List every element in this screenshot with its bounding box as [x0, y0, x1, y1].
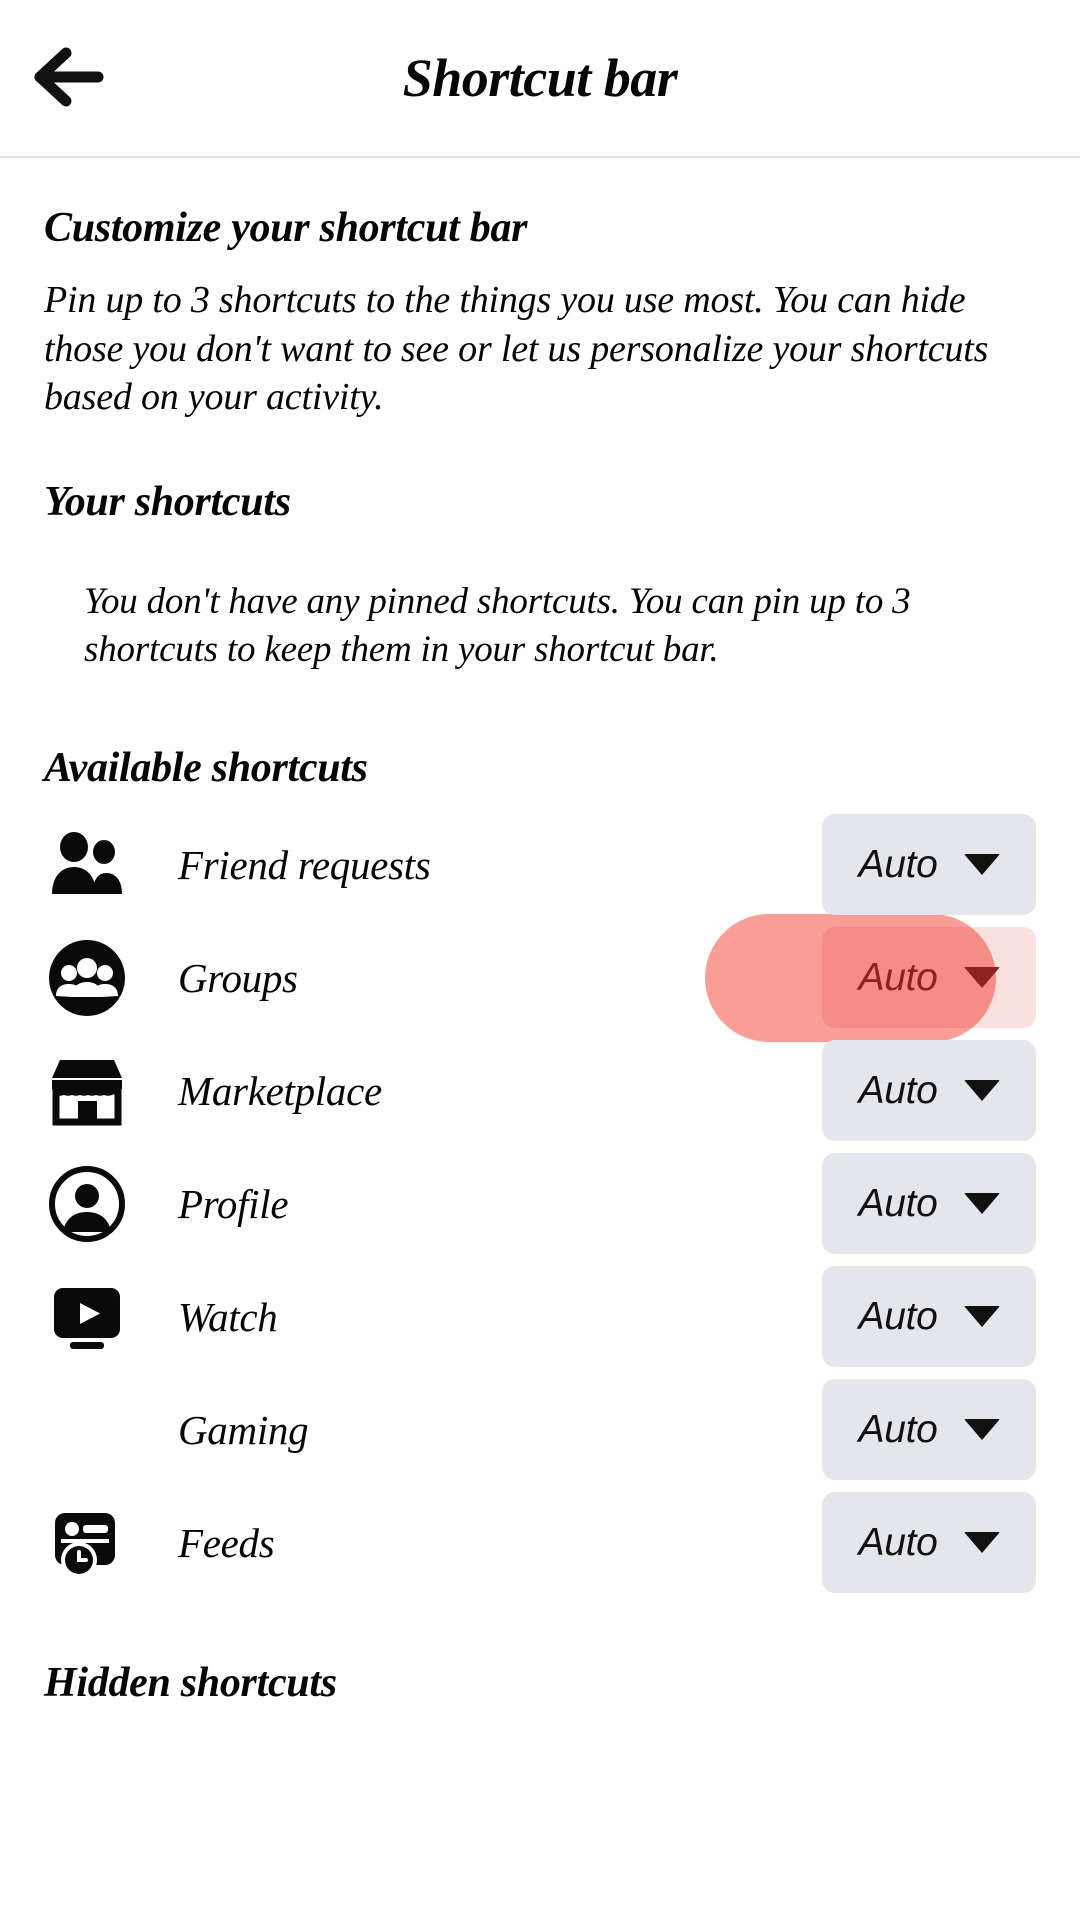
- shortcut-row-profile[interactable]: Profile Auto: [44, 1147, 1036, 1260]
- visibility-dropdown[interactable]: Auto: [822, 814, 1036, 916]
- shortcut-row-marketplace[interactable]: Marketplace Auto: [44, 1034, 1036, 1147]
- hidden-shortcuts-heading: Hidden shortcuts: [44, 1660, 337, 1707]
- dropdown-value: Auto: [858, 1407, 938, 1451]
- visibility-dropdown[interactable]: Auto: [822, 927, 1036, 1029]
- chevron-down-icon: [963, 1080, 1000, 1102]
- chevron-down-icon: [963, 1532, 1000, 1554]
- chevron-down-icon: [963, 1193, 1000, 1215]
- visibility-dropdown[interactable]: Auto: [822, 1153, 1036, 1255]
- dropdown-value: Auto: [858, 1068, 938, 1112]
- shortcut-label: Watch: [178, 1293, 278, 1340]
- dropdown-value: Auto: [858, 1181, 938, 1225]
- arrow-left-icon: [32, 46, 106, 111]
- shortcut-row-feeds[interactable]: Feeds Auto: [44, 1486, 1036, 1599]
- shortcut-label: Feeds: [178, 1519, 275, 1566]
- dropdown-value: Auto: [858, 842, 938, 886]
- dropdown-value: Auto: [858, 1520, 938, 1564]
- your-shortcuts-heading: Your shortcuts: [44, 478, 291, 525]
- dropdown-value: Auto: [858, 1294, 938, 1338]
- shortcut-label: Profile: [178, 1180, 289, 1227]
- shortcut-label: Gaming: [178, 1406, 309, 1453]
- your-shortcuts-empty-state: You don't have any pinned shortcuts. You…: [84, 580, 911, 670]
- visibility-dropdown[interactable]: Auto: [822, 1379, 1036, 1481]
- visibility-dropdown[interactable]: Auto: [822, 1266, 1036, 1368]
- visibility-dropdown[interactable]: Auto: [822, 1492, 1036, 1594]
- missing-icon: [46, 1389, 128, 1471]
- visibility-dropdown[interactable]: Auto: [822, 1040, 1036, 1142]
- groups-circle-icon: [46, 937, 128, 1019]
- shortcut-label: Marketplace: [178, 1067, 382, 1114]
- video-play-icon: [46, 1276, 128, 1358]
- storefront-icon: [46, 1050, 128, 1132]
- available-shortcuts-heading: Available shortcuts: [44, 745, 368, 792]
- dropdown-value: Auto: [858, 955, 938, 999]
- page-title: Shortcut bar: [402, 48, 678, 108]
- two-people-icon: [46, 824, 128, 906]
- customize-heading: Customize your shortcut bar: [44, 205, 528, 251]
- shortcut-label: Friend requests: [178, 841, 431, 888]
- back-button[interactable]: [26, 35, 112, 121]
- person-circle-icon: [46, 1163, 128, 1245]
- app-header: Shortcut bar: [0, 0, 1080, 158]
- feeds-clock-icon: [46, 1502, 128, 1584]
- shortcut-row-watch[interactable]: Watch Auto: [44, 1260, 1036, 1373]
- chevron-down-icon: [963, 967, 1000, 989]
- chevron-down-icon: [963, 1306, 1000, 1328]
- shortcut-row-groups[interactable]: Groups Auto: [44, 913, 1036, 1042]
- chevron-down-icon: [963, 1419, 1000, 1441]
- page-content: Customize your shortcut bar Pin up to 3 …: [0, 204, 1080, 1707]
- shortcut-row-friend-requests[interactable]: Friend requests Auto: [44, 808, 1036, 921]
- chevron-down-icon: [963, 854, 1000, 876]
- shortcut-row-gaming[interactable]: Gaming Auto: [44, 1373, 1036, 1486]
- customize-description: Pin up to 3 shortcuts to the things you …: [44, 279, 989, 419]
- available-shortcuts-list: Friend requests Auto Groups Auto Marketp…: [44, 808, 1036, 1599]
